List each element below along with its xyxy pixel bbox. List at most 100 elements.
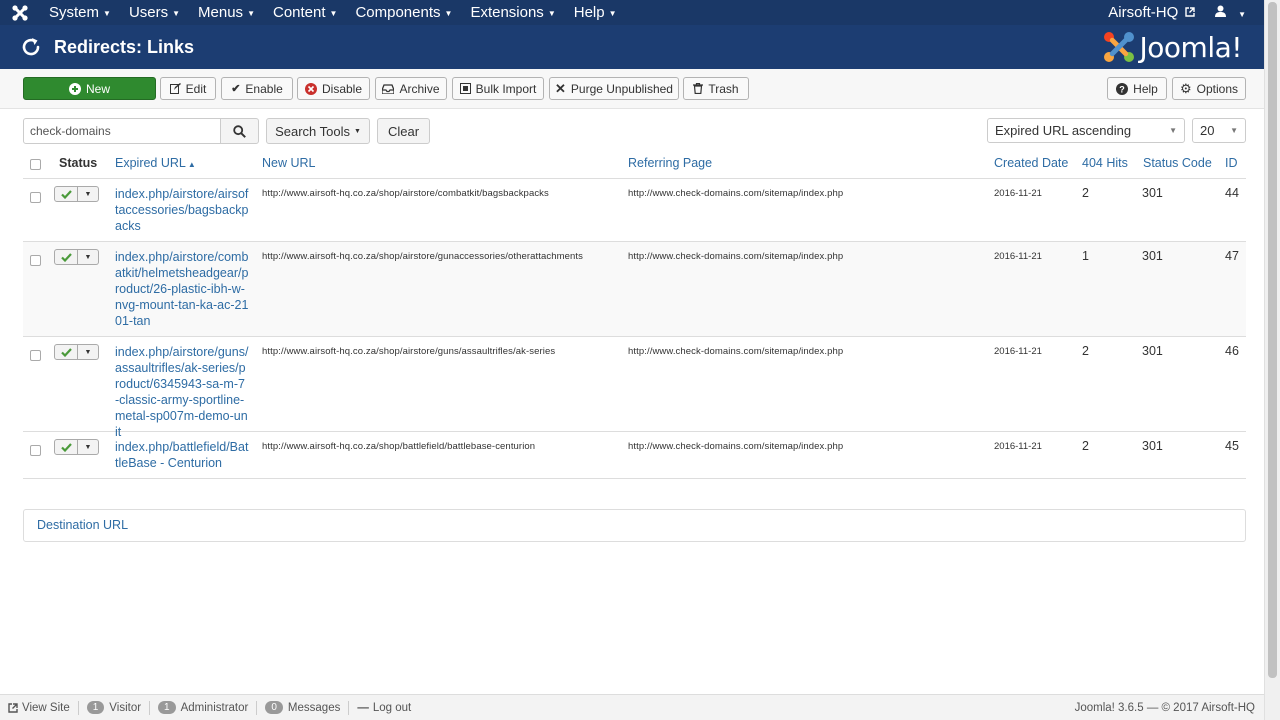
- enable-button-label: Enable: [245, 81, 283, 96]
- status-dropdown-icon[interactable]: ▼: [78, 439, 99, 455]
- hits: 2: [1082, 344, 1089, 358]
- visitor-count-badge: 1: [86, 701, 105, 714]
- expired-url-link[interactable]: index.php/battlefield/BattleBase - Centu…: [115, 439, 249, 471]
- menu-content[interactable]: Content ▼: [264, 0, 346, 25]
- caret-down-icon: ▼: [547, 8, 556, 18]
- limit-select[interactable]: 20 ▼: [1192, 118, 1246, 143]
- hits: 1: [1082, 249, 1089, 263]
- help-button-label: Help: [1133, 81, 1158, 96]
- toolbar: New Edit ✔ Enable Disable Archive Bulk I…: [0, 69, 1264, 109]
- joomla-logo-icon: [1103, 32, 1134, 62]
- messages-count-badge: 0: [265, 701, 283, 714]
- minus-icon: —: [357, 701, 369, 714]
- joomla-menu-icon[interactable]: [0, 0, 40, 25]
- purge-unpublished-button[interactable]: ✕ Purge Unpublished: [549, 77, 679, 100]
- destination-url-panel[interactable]: Destination URL: [23, 509, 1246, 542]
- scrollbar-thumb[interactable]: [1268, 2, 1277, 678]
- search-icon: [233, 124, 246, 138]
- status-toggle: ▼: [54, 439, 100, 455]
- menu-help-label: Help: [573, 4, 605, 21]
- help-button[interactable]: ? Help: [1107, 77, 1167, 100]
- user-menu[interactable]: ▼: [1205, 5, 1264, 20]
- status-toggle: ▼: [54, 249, 100, 265]
- search-input[interactable]: check-domains: [23, 118, 221, 144]
- search-button[interactable]: [220, 118, 259, 144]
- bulk-import-button[interactable]: Bulk Import: [452, 77, 544, 100]
- messages-link[interactable]: 0 Messages: [257, 700, 350, 715]
- external-link-icon: [1185, 7, 1196, 17]
- svg-text:?: ?: [1119, 84, 1125, 94]
- expired-url-link[interactable]: index.php/airstore/guns/assaultrifles/ak…: [115, 344, 249, 440]
- menu-system[interactable]: System ▼: [40, 0, 120, 25]
- menu-extensions[interactable]: Extensions ▼: [461, 0, 564, 25]
- published-check-icon[interactable]: [54, 249, 78, 265]
- site-link[interactable]: Airsoft-HQ: [1098, 4, 1205, 21]
- col-expired-url[interactable]: Expired URL ▲: [115, 156, 196, 170]
- status-dropdown-icon[interactable]: ▼: [78, 344, 99, 360]
- table-row: ▼ index.php/airstore/guns/assaultrifles/…: [23, 337, 1246, 439]
- menu-components-label: Components: [355, 4, 441, 21]
- select-all-checkbox[interactable]: [30, 159, 41, 170]
- bulk-import-button-label: Bulk Import: [475, 81, 537, 96]
- disable-button[interactable]: Disable: [297, 77, 370, 100]
- edit-button[interactable]: Edit: [160, 77, 216, 100]
- enable-button[interactable]: ✔ Enable: [221, 77, 293, 100]
- col-id[interactable]: ID: [1225, 156, 1238, 170]
- status-dropdown-icon[interactable]: ▼: [78, 186, 99, 202]
- options-button-label: Options: [1196, 81, 1238, 96]
- expired-url-link[interactable]: index.php/airstore/airsoftaccessories/ba…: [115, 186, 249, 234]
- col-status[interactable]: Status: [59, 156, 97, 170]
- options-button[interactable]: ⚙ Options: [1172, 77, 1246, 100]
- check-icon: ✔: [231, 83, 241, 95]
- caret-down-icon: ▼: [1230, 126, 1238, 135]
- created-date: 2016-11-21: [994, 346, 1042, 357]
- site-name: Airsoft-HQ: [1108, 4, 1179, 21]
- col-new-url[interactable]: New URL: [262, 156, 316, 170]
- table-header: Status Expired URL ▲ New URL Referring Pa…: [23, 150, 1246, 179]
- archive-button[interactable]: Archive: [375, 77, 447, 100]
- trash-button[interactable]: Trash: [683, 77, 749, 100]
- status-toggle: ▼: [54, 344, 100, 360]
- menu-components[interactable]: Components ▼: [346, 0, 461, 25]
- new-button[interactable]: New: [23, 77, 156, 100]
- status-code: 301: [1142, 249, 1163, 263]
- published-check-icon[interactable]: [54, 186, 78, 202]
- logout-link[interactable]: — Log out: [349, 701, 419, 715]
- external-link-icon: [8, 702, 18, 713]
- page-scrollbar[interactable]: [1264, 0, 1280, 720]
- status-code: 301: [1142, 439, 1163, 453]
- menu-content-label: Content: [272, 4, 326, 21]
- joomla-logo: Joomla!: [1102, 30, 1243, 64]
- clear-button[interactable]: Clear: [377, 118, 430, 144]
- published-check-icon[interactable]: [54, 439, 78, 455]
- row-checkbox[interactable]: [30, 350, 41, 361]
- col-created-date[interactable]: Created Date: [994, 156, 1068, 170]
- caret-down-icon: ▼: [329, 8, 338, 18]
- view-site-link[interactable]: View Site: [0, 700, 79, 715]
- bulk-import-icon: [459, 83, 471, 94]
- row-checkbox[interactable]: [30, 255, 41, 266]
- col-status-code[interactable]: Status Code: [1143, 156, 1212, 170]
- search-tools-button[interactable]: Search Tools ▼: [266, 118, 370, 144]
- view-site-label: View Site: [22, 701, 70, 714]
- menu-users[interactable]: Users ▼: [120, 0, 189, 25]
- col-404-hits[interactable]: 404 Hits: [1082, 156, 1128, 170]
- disable-button-label: Disable: [321, 81, 363, 96]
- row-checkbox[interactable]: [30, 445, 41, 456]
- logout-label: Log out: [372, 701, 412, 714]
- search-tools-label: Search Tools: [275, 123, 350, 139]
- gear-icon: ⚙: [1179, 80, 1192, 96]
- col-referring-page[interactable]: Referring Page: [628, 156, 712, 170]
- user-icon: [1215, 5, 1227, 17]
- expired-url-link[interactable]: index.php/airstore/combatkit/helmetshead…: [115, 249, 249, 329]
- row-checkbox[interactable]: [30, 192, 41, 203]
- ordering-select[interactable]: Expired URL ascending ▼: [987, 118, 1185, 143]
- menu-help[interactable]: Help ▼: [565, 0, 626, 25]
- caret-down-icon: ▼: [444, 8, 453, 18]
- published-check-icon[interactable]: [54, 344, 78, 360]
- referring-page: http://www.check-domains.com/sitemap/ind…: [628, 188, 844, 199]
- menu-menus[interactable]: Menus ▼: [189, 0, 264, 25]
- table-row: ▼ index.php/airstore/combatkit/helmetshe…: [23, 242, 1246, 337]
- status-dropdown-icon[interactable]: ▼: [78, 249, 99, 265]
- archive-icon: [382, 83, 395, 94]
